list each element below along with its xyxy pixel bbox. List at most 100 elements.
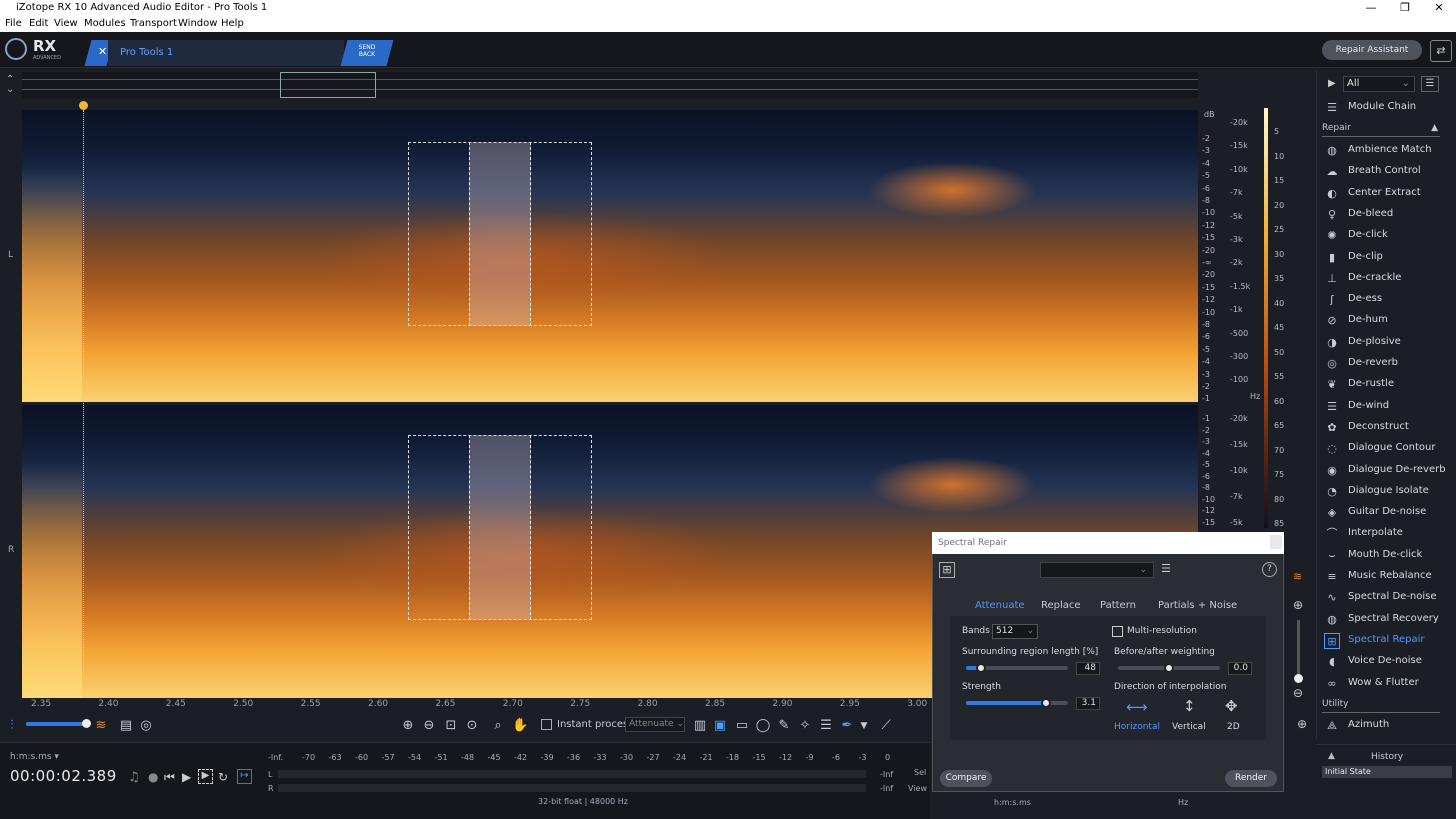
rect-selection-icon[interactable]: ▣ xyxy=(712,718,728,734)
preset-menu-icon[interactable]: ☰ xyxy=(1157,562,1175,578)
vertical-zoom-slider[interactable] xyxy=(1297,620,1300,678)
menu-transport[interactable]: Transport xyxy=(130,18,177,29)
repair-section-header[interactable]: Repair ▲ xyxy=(1322,123,1440,137)
play-selection-icon[interactable]: ▶ xyxy=(198,769,213,784)
connect-icon[interactable]: ⇄ xyxy=(1430,40,1452,62)
surround-slider-knob[interactable] xyxy=(976,663,986,673)
surround-value[interactable]: 48 xyxy=(1076,662,1100,675)
module-deconstruct[interactable]: ✿ Deconstruct xyxy=(1324,418,1450,438)
selection-highlight-right[interactable] xyxy=(469,435,531,620)
compare-button[interactable]: Compare xyxy=(940,770,992,787)
vertical-arrow-icon[interactable]: ↕ xyxy=(1183,697,1196,715)
monitor-icon[interactable]: ♫ xyxy=(128,770,140,785)
menu-edit[interactable]: Edit xyxy=(29,18,48,29)
chevron-down-icon[interactable]: ▼ xyxy=(856,718,872,734)
utility-section-header[interactable]: Utility xyxy=(1322,699,1440,713)
module-breath-control[interactable]: ☁ Breath Control xyxy=(1324,162,1450,182)
menu-window[interactable]: Window xyxy=(178,18,217,29)
brush-icon[interactable]: ✎ xyxy=(776,718,792,734)
render-button[interactable]: Render xyxy=(1225,770,1277,787)
module-mouth-de-click[interactable]: ⌣ Mouth De-click xyxy=(1324,546,1450,566)
repair-assistant-button[interactable]: Repair Assistant xyxy=(1322,40,1422,60)
pen-tool-icon[interactable]: ✒ xyxy=(839,718,855,734)
maximize-button[interactable]: ❐ xyxy=(1388,0,1422,16)
multires-checkbox[interactable] xyxy=(1112,626,1123,637)
module-de-bleed[interactable]: ♀ De-bleed xyxy=(1324,205,1450,225)
minimize-button[interactable]: — xyxy=(1354,0,1388,16)
opacity-slider[interactable] xyxy=(26,722,88,726)
skip-back-icon[interactable]: ⏮ xyxy=(164,770,175,785)
spectrogram-left[interactable] xyxy=(22,110,1198,402)
dialog-close-icon[interactable] xyxy=(1270,535,1282,549)
module-filter-select[interactable]: All ⌄ xyxy=(1343,76,1415,92)
harmonic-selection-icon[interactable]: ☰ xyxy=(818,718,834,734)
timecode-format[interactable]: h:m:s.ms ▾ xyxy=(10,752,59,762)
module-interpolate[interactable]: ⌒ Interpolate xyxy=(1324,524,1450,544)
freq-selection-icon[interactable]: ▭ xyxy=(734,718,750,734)
history-collapse-icon[interactable]: ▲ xyxy=(1328,751,1335,761)
follow-playhead-icon[interactable]: ↦ xyxy=(237,769,252,784)
zoom-selection-icon[interactable]: ⊡ xyxy=(443,718,459,734)
zoom-tool-icon[interactable]: ⌕ xyxy=(490,718,506,734)
markers-icon[interactable]: ▤ xyxy=(118,718,134,734)
module-dialogue-contour[interactable]: ◌ Dialogue Contour xyxy=(1324,439,1450,459)
selection-highlight-left[interactable] xyxy=(469,142,531,326)
menu-file[interactable]: File xyxy=(5,18,22,29)
play-icon[interactable]: ▶ xyxy=(182,770,191,784)
zoom-fit-icon[interactable]: ⊕ xyxy=(1297,717,1307,731)
module-wow-flutter[interactable]: ∞ Wow & Flutter xyxy=(1324,674,1450,694)
time-ruler[interactable]: 2.35 2.40 2.45 2.50 2.55 2.60 2.65 2.70 2.75 2.80… xyxy=(22,698,930,712)
menu-view[interactable]: View xyxy=(54,18,78,29)
fade-tool-icon[interactable]: ⟋ xyxy=(878,718,894,734)
preset-select[interactable]: ⌄ xyxy=(1040,562,1154,578)
overview-selection[interactable] xyxy=(280,72,376,98)
spectrogram-icon[interactable]: ≋ xyxy=(93,718,109,734)
module-de-wind[interactable]: ☰ De-wind xyxy=(1324,397,1450,417)
time-selection-icon[interactable]: ▥ xyxy=(692,718,708,734)
spectro-settings-icon[interactable]: ≋ xyxy=(1293,570,1302,583)
close-button[interactable]: ✕ xyxy=(1422,0,1456,16)
history-item[interactable]: Initial State xyxy=(1322,766,1452,778)
sidebar-menu-icon[interactable]: ☰ xyxy=(1421,76,1439,92)
hand-tool-icon[interactable]: ✋ xyxy=(512,718,528,734)
module-de-click[interactable]: ✺ De-click xyxy=(1324,226,1450,246)
module-de-ess[interactable]: ʃ De-ess xyxy=(1324,290,1450,310)
module-de-reverb[interactable]: ◎ De-reverb xyxy=(1324,354,1450,374)
direction-2d[interactable]: 2D xyxy=(1227,722,1240,732)
add-to-chain-icon[interactable]: ⊞ xyxy=(939,562,955,578)
2d-arrow-icon[interactable]: ✥ xyxy=(1225,697,1238,715)
module-guitar-de-noise[interactable]: ◈ Guitar De-noise xyxy=(1324,503,1450,523)
lasso-icon[interactable]: ◯ xyxy=(755,718,771,734)
module-music-rebalance[interactable]: ≡ Music Rebalance xyxy=(1324,567,1450,587)
bands-select[interactable]: 512 ⌄ xyxy=(992,624,1038,639)
module-center-extract[interactable]: ◐ Center Extract xyxy=(1324,184,1450,204)
horizontal-arrow-icon[interactable]: ⟷ xyxy=(1126,698,1148,716)
module-dialogue-de-reverb[interactable]: ◉ Dialogue De-reverb xyxy=(1324,461,1450,481)
instant-process-mode-select[interactable]: Attenuate ⌄ xyxy=(625,717,685,732)
module-de-plosive[interactable]: ◑ De-plosive xyxy=(1324,333,1450,353)
zoom-in-icon[interactable]: ⊕ xyxy=(1293,598,1303,612)
weighting-slider-knob[interactable] xyxy=(1164,663,1174,673)
module-spectral-repair[interactable]: ⊞ Spectral Repair xyxy=(1324,631,1450,651)
expand-icon[interactable]: ⌄ xyxy=(6,84,14,95)
zoom-out-icon[interactable]: ⊖ xyxy=(1293,686,1303,700)
module-ambience-match[interactable]: ◍ Ambience Match xyxy=(1324,141,1450,161)
zoom-out-time-icon[interactable]: ⊖ xyxy=(421,718,437,734)
weighting-value[interactable]: 0.0 xyxy=(1228,662,1252,675)
module-de-crackle[interactable]: ⊥ De-crackle xyxy=(1324,269,1450,289)
tab-partials-noise[interactable]: Partials + Noise xyxy=(1158,600,1237,611)
dialog-titlebar[interactable]: Spectral Repair xyxy=(932,532,1284,554)
playhead-marker[interactable] xyxy=(79,101,88,110)
tab-replace[interactable]: Replace xyxy=(1041,600,1081,611)
tab-attenuate[interactable]: Attenuate xyxy=(975,600,1025,611)
module-dialogue-isolate[interactable]: ◔ Dialogue Isolate xyxy=(1324,482,1450,502)
menu-modules[interactable]: Modules xyxy=(84,18,126,29)
module-de-rustle[interactable]: ❦ De-rustle xyxy=(1324,375,1450,395)
zoom-in-time-icon[interactable]: ⊕ xyxy=(400,718,416,734)
waveform-icon[interactable]: ⫶ xyxy=(4,718,20,734)
comments-icon[interactable]: ◎ xyxy=(138,718,154,734)
zoom-all-icon[interactable]: ⊙ xyxy=(464,718,480,734)
loop-icon[interactable]: ↻ xyxy=(218,770,228,784)
module-de-clip[interactable]: ▮ De-clip xyxy=(1324,248,1450,268)
module-azimuth[interactable]: ⟁ Azimuth xyxy=(1324,716,1450,736)
